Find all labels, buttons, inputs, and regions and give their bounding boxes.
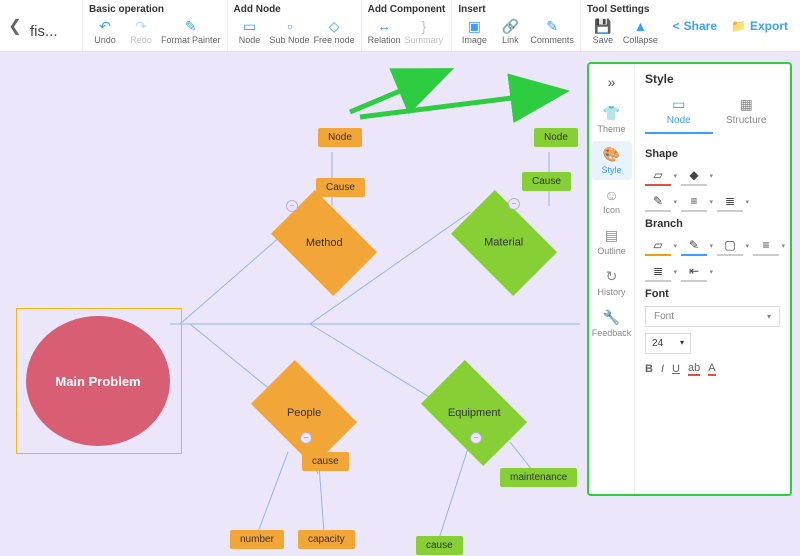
equipment-maintenance[interactable]: maintenance — [500, 468, 577, 487]
people-number[interactable]: number — [230, 530, 284, 549]
branch-arrow-control[interactable]: ⇤▾ — [681, 262, 707, 282]
tab-style[interactable]: 🎨Style — [592, 141, 632, 180]
redo-icon: ↷ — [131, 17, 151, 35]
group-insert-label: Insert — [458, 4, 574, 15]
font-section-label: Font — [645, 288, 780, 300]
relation-icon: ↔ — [374, 17, 394, 35]
group-toolsettings-label: Tool Settings — [587, 4, 658, 15]
method-child-node[interactable]: Node — [318, 128, 362, 147]
branch-style-control[interactable]: ≡▾ — [753, 236, 779, 256]
shape-border-control[interactable]: ✎▾ — [645, 192, 671, 212]
palette-icon: 🎨 — [603, 146, 620, 163]
tab-outline[interactable]: ▤Outline — [592, 222, 632, 261]
collapse-icon: ▲ — [630, 17, 650, 35]
branch-section-label: Branch — [645, 218, 780, 230]
save-button[interactable]: 💾Save — [587, 17, 619, 45]
file-name: fis... — [30, 0, 78, 51]
material-node[interactable]: Material — [451, 190, 557, 296]
people-node[interactable]: People — [251, 360, 357, 466]
material-child-node[interactable]: Node — [534, 128, 578, 147]
export-button[interactable]: 📁Export — [731, 19, 788, 33]
people-cause[interactable]: cause — [302, 452, 349, 471]
format-painter-button[interactable]: ✎Format Painter — [161, 17, 221, 45]
collapse-handle[interactable]: − — [286, 200, 298, 212]
bold-button[interactable]: B — [645, 363, 653, 375]
undo-icon: ↶ — [95, 17, 115, 35]
summary-icon: } — [414, 17, 434, 35]
font-family-select[interactable]: Font▾ — [645, 306, 780, 327]
link-icon: 🔗 — [500, 17, 520, 35]
share-icon: < — [673, 19, 680, 33]
back-button[interactable]: ❮ — [0, 0, 30, 51]
collapse-handle[interactable]: − — [508, 198, 520, 210]
group-basic-label: Basic operation — [89, 4, 221, 15]
node-tab-icon: ▭ — [645, 96, 713, 113]
side-panel: » 👕Theme 🎨Style ☺Icon ▤Outline ↻History … — [587, 62, 792, 496]
share-button[interactable]: <Share — [673, 19, 717, 33]
outline-icon: ▤ — [605, 227, 618, 244]
brush-icon: ✎ — [181, 17, 201, 35]
branch-fill-control[interactable]: ▱▾ — [645, 236, 671, 256]
redo-button[interactable]: ↷Redo — [125, 17, 157, 45]
tab-theme[interactable]: 👕Theme — [592, 100, 632, 139]
shape-linestyle-control[interactable]: ≡▾ — [681, 192, 707, 212]
toolbar: Basic operation ↶Undo ↷Redo ✎Format Pain… — [78, 0, 673, 51]
collapse-button[interactable]: ▲Collapse — [623, 17, 658, 45]
people-capacity[interactable]: capacity — [298, 530, 355, 549]
structure-tab-icon: ▦ — [713, 96, 781, 113]
equipment-node[interactable]: Equipment — [421, 360, 527, 466]
group-addcomponent-label: Add Component — [368, 4, 446, 15]
side-tab-strip: » 👕Theme 🎨Style ☺Icon ▤Outline ↻History … — [589, 64, 635, 494]
add-freenode-button[interactable]: ◇Free node — [314, 17, 355, 45]
insert-comments-button[interactable]: ✎Comments — [530, 17, 574, 45]
history-icon: ↻ — [606, 268, 618, 285]
shape-lineweight-control[interactable]: ≣▾ — [717, 192, 743, 212]
summary-button[interactable]: }Summary — [405, 17, 444, 45]
panel-title: Style — [645, 72, 780, 86]
relation-button[interactable]: ↔Relation — [368, 17, 401, 45]
save-icon: 💾 — [593, 17, 613, 35]
font-color-button[interactable]: A — [708, 362, 715, 376]
group-addnode-label: Add Node — [234, 4, 355, 15]
strikethrough-button[interactable]: ab — [688, 362, 700, 376]
shirt-icon: 👕 — [603, 105, 620, 122]
tab-feedback[interactable]: 🔧Feedback — [592, 304, 632, 343]
add-node-button[interactable]: ▭Node — [234, 17, 266, 45]
smile-icon: ☺ — [604, 187, 618, 203]
branch-line-control[interactable]: ✎▾ — [681, 236, 707, 256]
wrench-icon: 🔧 — [603, 309, 620, 326]
material-cause[interactable]: Cause — [522, 172, 571, 191]
collapse-handle[interactable]: − — [300, 432, 312, 444]
italic-button[interactable]: I — [661, 363, 664, 375]
comments-icon: ✎ — [542, 17, 562, 35]
shape-type-control[interactable]: ◆▾ — [681, 166, 707, 186]
freenode-icon: ◇ — [324, 17, 344, 35]
node-icon: ▭ — [240, 17, 260, 35]
shape-section-label: Shape — [645, 148, 780, 160]
tab-icon[interactable]: ☺Icon — [592, 182, 632, 220]
tab-history[interactable]: ↻History — [592, 263, 632, 302]
image-icon: ▣ — [464, 17, 484, 35]
style-panel: Style ▭Node ▦Structure Shape ▱▾ ◆▾ ✎▾ ≡▾… — [635, 64, 790, 494]
branch-weight-control[interactable]: ≣▾ — [645, 262, 671, 282]
panel-collapse-button[interactable]: » — [608, 70, 616, 98]
subtab-node[interactable]: ▭Node — [645, 96, 713, 134]
collapse-handle[interactable]: − — [470, 432, 482, 444]
branch-box-control[interactable]: ▢▾ — [717, 236, 743, 256]
method-cause[interactable]: Cause — [316, 178, 365, 197]
add-subnode-button[interactable]: ▫Sub Node — [270, 17, 310, 45]
subnode-icon: ▫ — [280, 17, 300, 35]
shape-fill-control[interactable]: ▱▾ — [645, 166, 671, 186]
undo-button[interactable]: ↶Undo — [89, 17, 121, 45]
font-size-select[interactable]: 24▾ — [645, 333, 691, 354]
insert-link-button[interactable]: 🔗Link — [494, 17, 526, 45]
insert-image-button[interactable]: ▣Image — [458, 17, 490, 45]
underline-button[interactable]: U — [672, 363, 680, 375]
subtab-structure[interactable]: ▦Structure — [713, 96, 781, 134]
main-problem-node[interactable]: Main Problem — [26, 316, 170, 446]
export-icon: 📁 — [731, 19, 746, 33]
equipment-cause[interactable]: cause — [416, 536, 463, 555]
